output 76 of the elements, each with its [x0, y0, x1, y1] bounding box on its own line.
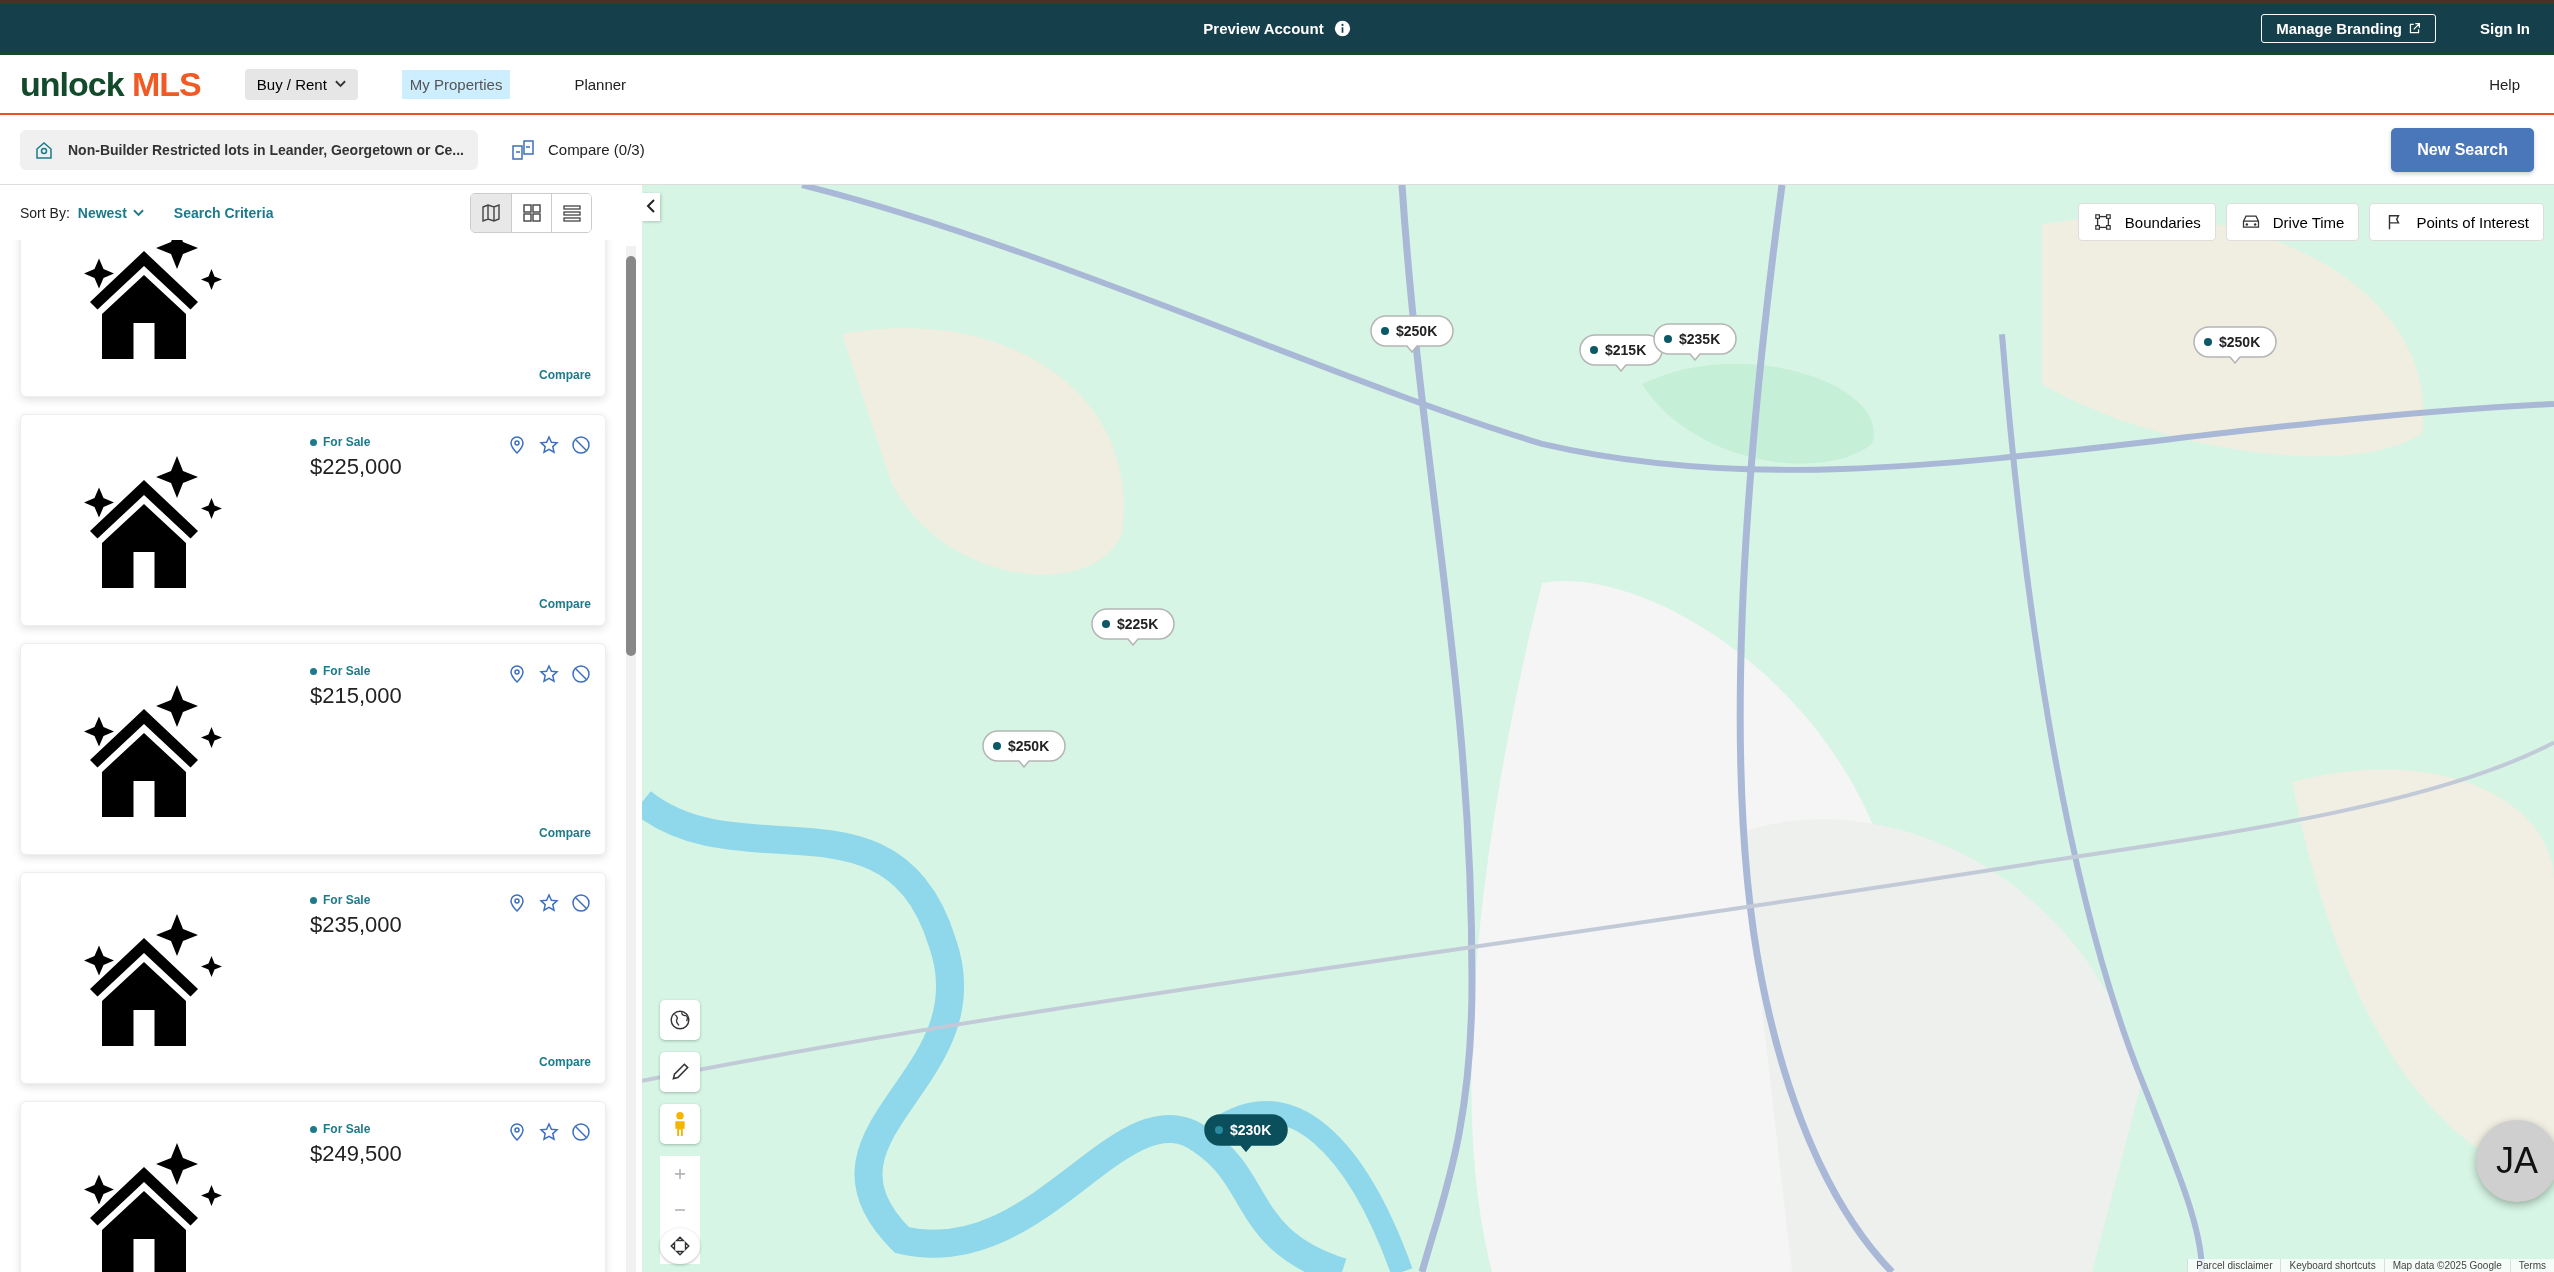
status-label: For Sale [310, 435, 402, 449]
boundaries-tool-button[interactable]: Boundaries [2077, 203, 2216, 241]
location-pin-icon[interactable] [507, 664, 527, 684]
price-marker[interactable]: $230K [1204, 1114, 1288, 1152]
logo[interactable]: unlock MLS [20, 64, 201, 104]
sort-dropdown[interactable]: Newest [77, 204, 144, 221]
nav-link[interactable]: My Properties [401, 69, 511, 99]
price-label: $225,000 [310, 454, 402, 480]
recenter-icon[interactable] [660, 1228, 700, 1264]
saved-search-chip[interactable]: Non-Builder Restricted lots in Leander, Georgetown or Ce... [20, 129, 478, 170]
compare-icon [511, 138, 534, 161]
nav-link[interactable]: Planner [566, 69, 635, 99]
compare-link[interactable]: Compare [539, 368, 591, 382]
price-label: $249,500 [310, 1141, 402, 1167]
search-criteria-link[interactable]: Search Criteria [173, 204, 274, 221]
grid-icon [521, 202, 542, 223]
compare-link[interactable]: Compare [539, 826, 591, 840]
compare-link[interactable]: Compare [539, 1055, 591, 1069]
price-marker[interactable]: $250K [2193, 326, 2277, 364]
new-search-button[interactable]: New Search [2391, 127, 2534, 172]
poi-tool-button[interactable]: Points of Interest [2369, 203, 2544, 241]
caret-icon [132, 208, 144, 217]
buy-rent-dropdown[interactable]: Buy / Rent [244, 68, 358, 100]
price-marker[interactable]: $250K [982, 730, 1066, 768]
location-pin-icon[interactable] [507, 893, 527, 913]
map-footer-link[interactable]: Map data ©2025 Google [2383, 1259, 2510, 1272]
listing-card[interactable]: For Sale $249,500 [20, 1101, 606, 1272]
map-footer-link[interactable]: Parcel disclaimer [2187, 1259, 2281, 1272]
price-marker[interactable]: $235K [1653, 323, 1737, 361]
caret-icon [334, 80, 346, 88]
price-label: $215,000 [310, 683, 402, 709]
info-icon[interactable] [1333, 19, 1351, 37]
map-view-button[interactable] [471, 193, 511, 232]
compare-button[interactable]: Compare (0/3) [511, 138, 645, 161]
pencil-icon[interactable] [660, 1052, 700, 1092]
manage-branding-button[interactable]: Manage Branding [2261, 13, 2436, 43]
compare-link[interactable]: Compare [539, 597, 591, 611]
home-search-icon [34, 139, 54, 160]
globe-icon[interactable] [660, 1000, 700, 1040]
hide-icon[interactable] [571, 893, 591, 913]
drive-tool-button[interactable]: Drive Time [2225, 203, 2360, 241]
listing-card[interactable]: For Sale $235,000 Compare [20, 872, 606, 1084]
help-link[interactable]: Help [2489, 75, 2520, 93]
sign-in-link[interactable]: Sign In [2480, 19, 2530, 37]
star-icon[interactable] [539, 435, 559, 455]
price-marker[interactable]: $215K [1579, 334, 1663, 372]
star-icon[interactable] [539, 664, 559, 684]
hide-icon[interactable] [571, 1122, 591, 1142]
listing-card[interactable]: For Sale $225,000 Compare [20, 414, 606, 626]
map-footer-link[interactable]: Terms [2509, 1259, 2554, 1272]
listing-card[interactable]: For Sale $215,000 Compare [20, 643, 606, 855]
collapse-panel-button[interactable] [642, 193, 660, 221]
sort-label: Sort By: [20, 204, 70, 221]
location-pin-icon[interactable] [507, 1122, 527, 1142]
hide-icon[interactable] [571, 435, 591, 455]
chevron-left-icon [646, 198, 656, 213]
listing-card[interactable]: Compare [20, 240, 606, 397]
scrollbar[interactable] [626, 246, 636, 1272]
status-label: For Sale [310, 893, 402, 907]
price-label: $235,000 [310, 912, 402, 938]
star-icon[interactable] [539, 1122, 559, 1142]
external-link-icon [2408, 21, 2421, 35]
square-corners-icon [2092, 213, 2113, 231]
hide-icon[interactable] [571, 664, 591, 684]
star-icon[interactable] [539, 893, 559, 913]
preview-account-label: Preview Account [1203, 19, 1324, 37]
price-marker[interactable]: $250K [1370, 315, 1454, 353]
car-icon [2240, 213, 2261, 231]
status-label: For Sale [310, 1122, 402, 1136]
location-pin-icon[interactable] [507, 435, 527, 455]
list-icon [561, 202, 582, 223]
price-marker[interactable]: $225K [1091, 608, 1175, 646]
list-view-button[interactable] [551, 193, 591, 232]
map-icon [481, 202, 501, 223]
map-footer-link[interactable]: Keyboard shortcuts [2280, 1259, 2384, 1272]
status-label: For Sale [310, 664, 402, 678]
